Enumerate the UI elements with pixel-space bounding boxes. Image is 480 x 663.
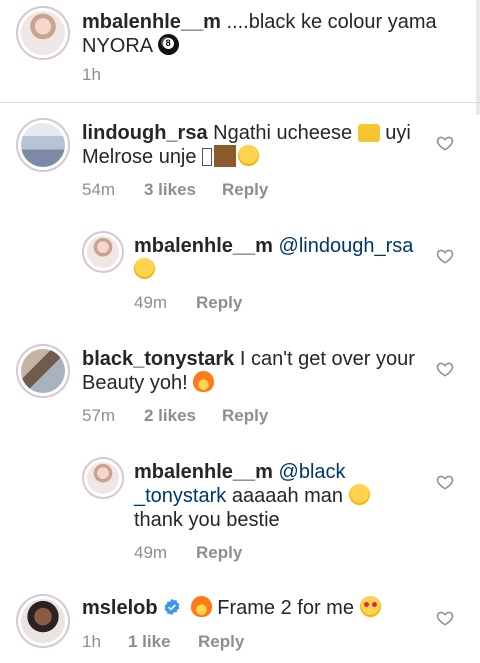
avatar[interactable] (16, 118, 70, 172)
comment-time: 54m (82, 180, 116, 199)
divider (0, 102, 480, 103)
comment-username[interactable]: mbalenhle__m (134, 461, 273, 483)
likes-count[interactable]: 1 like (128, 632, 198, 652)
comment-username[interactable]: lindough_rsa (82, 122, 208, 144)
comment-text: mbalenhle__m ....black ke colour yama NY… (82, 10, 442, 58)
heart-outline-icon[interactable] (436, 134, 454, 152)
mention-link[interactable]: @lindough_rsa (279, 235, 414, 257)
comment-meta: 54m 3 likes Reply (82, 180, 268, 200)
comment-meta: 1h (82, 65, 101, 85)
cheese-emoji (357, 124, 380, 142)
verified-badge-icon (164, 598, 180, 616)
comment-text: black_tonystark I can't get over your Be… (82, 347, 427, 395)
heart-outline-icon[interactable] (436, 360, 454, 378)
comment-username[interactable]: mbalenhle__m (82, 11, 221, 33)
reply-button[interactable]: Reply (222, 406, 268, 426)
heart-outline-icon[interactable] (436, 247, 454, 265)
heart-outline-icon[interactable] (436, 473, 454, 491)
comment-body: Frame 2 for me (217, 597, 360, 619)
tears-of-joy-emoji (238, 145, 260, 166)
comment-time: 49m (134, 543, 168, 562)
reply-button[interactable]: Reply (196, 293, 242, 313)
comment-username[interactable]: mslelob (82, 597, 158, 619)
comment-time: 1h (82, 632, 101, 651)
rolling-laughing-emoji (134, 258, 155, 279)
heart-outline-icon[interactable] (436, 609, 454, 627)
avatar[interactable] (16, 594, 70, 648)
fire-emoji (193, 371, 215, 392)
comment-username[interactable]: black_tonystark (82, 348, 234, 370)
likes-count[interactable]: 3 likes (144, 180, 222, 200)
comment-meta: 49m Reply (134, 543, 242, 563)
comment-username[interactable]: mbalenhle__m (134, 235, 273, 257)
comment-time: 49m (134, 293, 168, 312)
comment-body: aaaaah man (226, 485, 349, 507)
comment-meta: 57m 2 likes Reply (82, 406, 268, 426)
comment-time: 1h (82, 65, 101, 84)
comment-text: mslelob Frame 2 for me (82, 596, 427, 620)
reply-button[interactable]: Reply (196, 543, 242, 563)
comment-time: 57m (82, 406, 116, 425)
heart-eyes-emoji (359, 596, 381, 617)
avatar[interactable] (16, 344, 70, 398)
comment-text: mbalenhle__m @lindough_rsa (134, 234, 424, 282)
avatar[interactable] (82, 457, 124, 499)
unknown-glyph (202, 148, 213, 166)
comment-text: lindough_rsa Ngathi ucheese uyi Melrose … (82, 121, 427, 169)
smiling-emoji (348, 484, 370, 505)
comment-meta: 1h 1 like Reply (82, 632, 244, 652)
comment-meta: 49m Reply (134, 293, 242, 313)
comment-body-cont: thank you bestie (134, 509, 280, 531)
comment-body: Ngathi ucheese (207, 122, 358, 144)
fire-emoji (190, 596, 212, 617)
eight-ball-emoji: 8 (157, 34, 179, 55)
likes-count[interactable]: 2 likes (144, 406, 222, 426)
reply-button[interactable]: Reply (198, 632, 244, 652)
brown-square-emoji (214, 145, 237, 167)
scrollbar[interactable] (476, 0, 480, 115)
avatar[interactable] (16, 6, 70, 60)
comment-text: mbalenhle__m @black _tonystark aaaaah ma… (134, 460, 424, 532)
reply-button[interactable]: Reply (222, 180, 268, 200)
avatar[interactable] (82, 231, 124, 273)
